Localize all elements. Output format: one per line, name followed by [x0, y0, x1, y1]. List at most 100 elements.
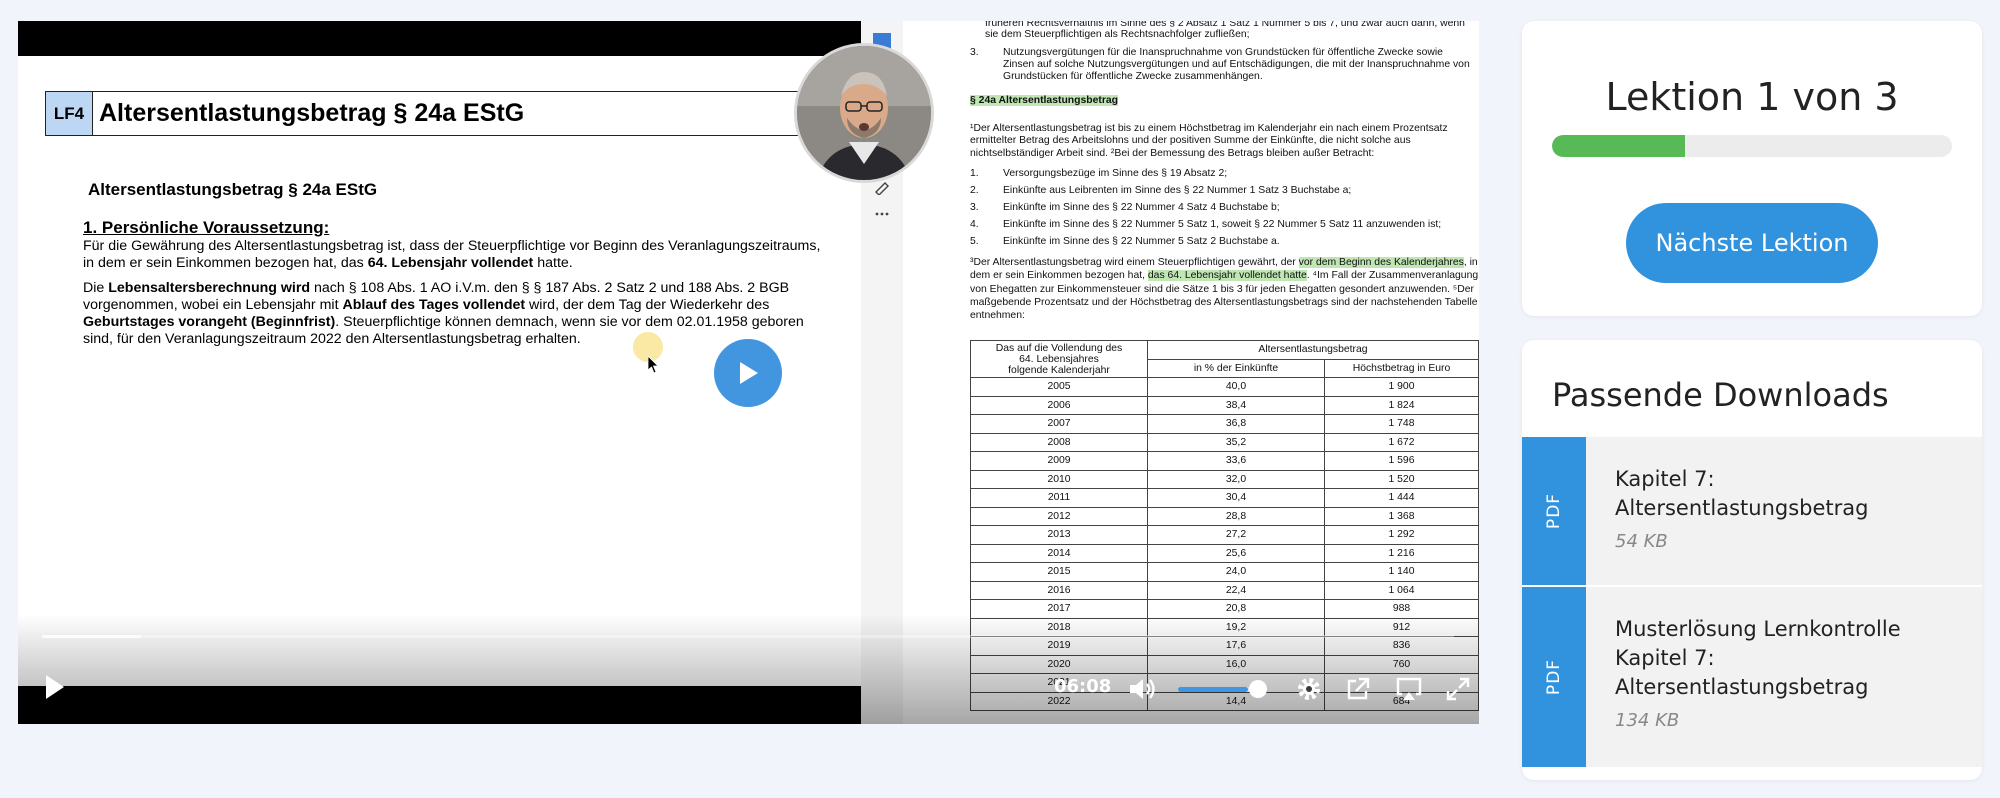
slide-subtitle: Altersentlastungsbetrag § 24a EStG — [88, 180, 378, 199]
next-lesson-button[interactable]: Nächste Lektion — [1626, 203, 1878, 283]
lesson-progress-bar — [1552, 135, 1952, 157]
table-cell: 1 064 — [1324, 580, 1479, 600]
presenter-webcam — [794, 43, 934, 183]
table-row: 2008 35,2 1 672 — [970, 432, 1479, 452]
downloads-card: Passende Downloads PDF Kapitel 7: Alters… — [1522, 340, 1982, 780]
table-cell: 1 520 — [1324, 469, 1479, 489]
big-play-button[interactable] — [714, 339, 782, 407]
video-progress-bar[interactable] — [42, 635, 1454, 638]
table-header: in % der Einkünfte — [1147, 358, 1325, 378]
table-cell: 1 292 — [1324, 525, 1479, 545]
download-size: 134 KB — [1615, 710, 1680, 731]
table-cell: 1 140 — [1324, 562, 1479, 582]
table-cell: 1 672 — [1324, 432, 1479, 452]
current-time: 06:08 — [1054, 676, 1112, 697]
document-heading: § 24a Altersentlastungsbetrag — [970, 95, 1119, 106]
table-row: 2005 40,0 1 900 — [970, 377, 1479, 397]
table-cell: 1 824 — [1324, 395, 1479, 415]
volume-icon — [1130, 679, 1155, 699]
settings-button[interactable] — [1294, 674, 1324, 704]
table-cell: 35,2 — [1147, 432, 1325, 452]
volume-button[interactable] — [1126, 674, 1160, 704]
play-button[interactable] — [40, 672, 70, 702]
table-cell: 30,4 — [1147, 488, 1325, 508]
table-cell: 32,0 — [1147, 469, 1325, 489]
table-cell: 2006 — [970, 395, 1148, 415]
table-cell: 40,0 — [1147, 377, 1325, 397]
table-cell: 2012 — [970, 506, 1148, 526]
volume-slider[interactable] — [1178, 687, 1260, 692]
table-cell: 33,6 — [1147, 451, 1325, 471]
table-cell: 2015 — [970, 562, 1148, 582]
table-row: 2011 30,4 1 444 — [970, 488, 1479, 508]
table-row: 2014 25,6 1 216 — [970, 543, 1479, 563]
table-cell: 1 444 — [1324, 488, 1479, 508]
download-size: 54 KB — [1615, 531, 1668, 552]
slide-title: Altersentlastungsbetrag § 24a EStG — [99, 99, 525, 127]
lesson-card: Lektion 1 von 3 Nächste Lektion — [1522, 21, 1982, 316]
table-cell: 36,8 — [1147, 414, 1325, 434]
table-row: 2015 24,0 1 140 — [970, 562, 1479, 582]
table-cell: 1 900 — [1324, 377, 1479, 397]
table-cell: 22,4 — [1147, 580, 1325, 600]
table-cell: 2016 — [970, 580, 1148, 600]
table-header: Altersentlastungsbetrag — [1147, 340, 1479, 360]
table-cell: 2005 — [970, 377, 1148, 397]
table-cell: 1 596 — [1324, 451, 1479, 471]
slide-tag: LF4 — [46, 92, 93, 135]
lesson-counter: Lektion 1 von 3 — [1605, 75, 1899, 119]
table-cell: 2013 — [970, 525, 1148, 545]
gear-icon — [1298, 678, 1320, 700]
volume-fill — [1178, 687, 1248, 692]
download-item-kapitel-7[interactable]: PDF Kapitel 7: Altersentlastungsbetrag 5… — [1522, 437, 1982, 585]
slide-section-heading: 1. Persönliche Voraussetzung: — [83, 218, 330, 237]
table-cell: 1 748 — [1324, 414, 1479, 434]
table-cell: 2008 — [970, 432, 1148, 452]
pdf-badge-icon: PDF — [1522, 587, 1586, 767]
table-row: 2016 22,4 1 064 — [970, 580, 1479, 600]
table-cell: 2011 — [970, 488, 1148, 508]
mouse-cursor-icon — [648, 356, 659, 374]
fullscreen-icon — [1446, 677, 1470, 701]
slide-header: LF4 Altersentlastungsbetrag § 24a EStG — [45, 91, 827, 136]
table-cell: 2009 — [970, 451, 1148, 471]
table-row: 2006 38,4 1 824 — [970, 395, 1479, 415]
airplay-button[interactable] — [1394, 674, 1424, 704]
external-link-icon — [1347, 677, 1370, 700]
table-cell: 28,8 — [1147, 506, 1325, 526]
table-row: 2009 33,6 1 596 — [970, 451, 1479, 471]
table-cell: 1 216 — [1324, 543, 1479, 563]
download-name[interactable]: Musterlösung Lernkontrolle Kapitel 7: Al… — [1615, 615, 1945, 702]
table-cell: 1 368 — [1324, 506, 1479, 526]
lesson-progress-fill — [1552, 135, 1686, 157]
download-name[interactable]: Kapitel 7: Altersentlastungsbetrag — [1615, 465, 1945, 523]
table-cell: 24,0 — [1147, 562, 1325, 582]
table-cell: 38,4 — [1147, 395, 1325, 415]
video-progress-fill — [42, 635, 141, 638]
presenter-image — [797, 46, 931, 180]
fullscreen-button[interactable] — [1443, 674, 1473, 704]
play-icon — [740, 362, 758, 384]
slide-paragraph-1: Für die Gewährung des Altersentlastungsb… — [83, 238, 821, 271]
slide-paragraph-2: Die Lebensaltersberechnung wird nach § 1… — [83, 280, 804, 347]
table-row: 2013 27,2 1 292 — [970, 525, 1479, 545]
table-header: Das auf die Vollendung des 64. Lebensjah… — [970, 340, 1148, 378]
video-controls: 06:08 — [18, 614, 1479, 724]
pen-icon[interactable] — [873, 181, 891, 195]
download-item-musterloesung[interactable]: PDF Musterlösung Lernkontrolle Kapitel 7… — [1522, 587, 1982, 767]
volume-handle[interactable] — [1249, 680, 1267, 698]
video-player[interactable]: LF4 Altersentlastungsbetrag § 24a EStG A… — [18, 21, 1479, 724]
table-cell: 2014 — [970, 543, 1148, 563]
table-row: 2010 32,0 1 520 — [970, 469, 1479, 489]
table-cell: 25,6 — [1147, 543, 1325, 563]
downloads-title: Passende Downloads — [1552, 376, 1889, 414]
popout-button[interactable] — [1343, 674, 1373, 704]
more-icon[interactable] — [873, 207, 891, 221]
table-row: 2007 36,8 1 748 — [970, 414, 1479, 434]
airplay-icon — [1396, 677, 1422, 700]
table-cell: 2007 — [970, 414, 1148, 434]
play-icon — [46, 675, 64, 699]
table-row: 2012 28,8 1 368 — [970, 506, 1479, 526]
pdf-badge-icon: PDF — [1522, 437, 1586, 585]
table-cell: 27,2 — [1147, 525, 1325, 545]
